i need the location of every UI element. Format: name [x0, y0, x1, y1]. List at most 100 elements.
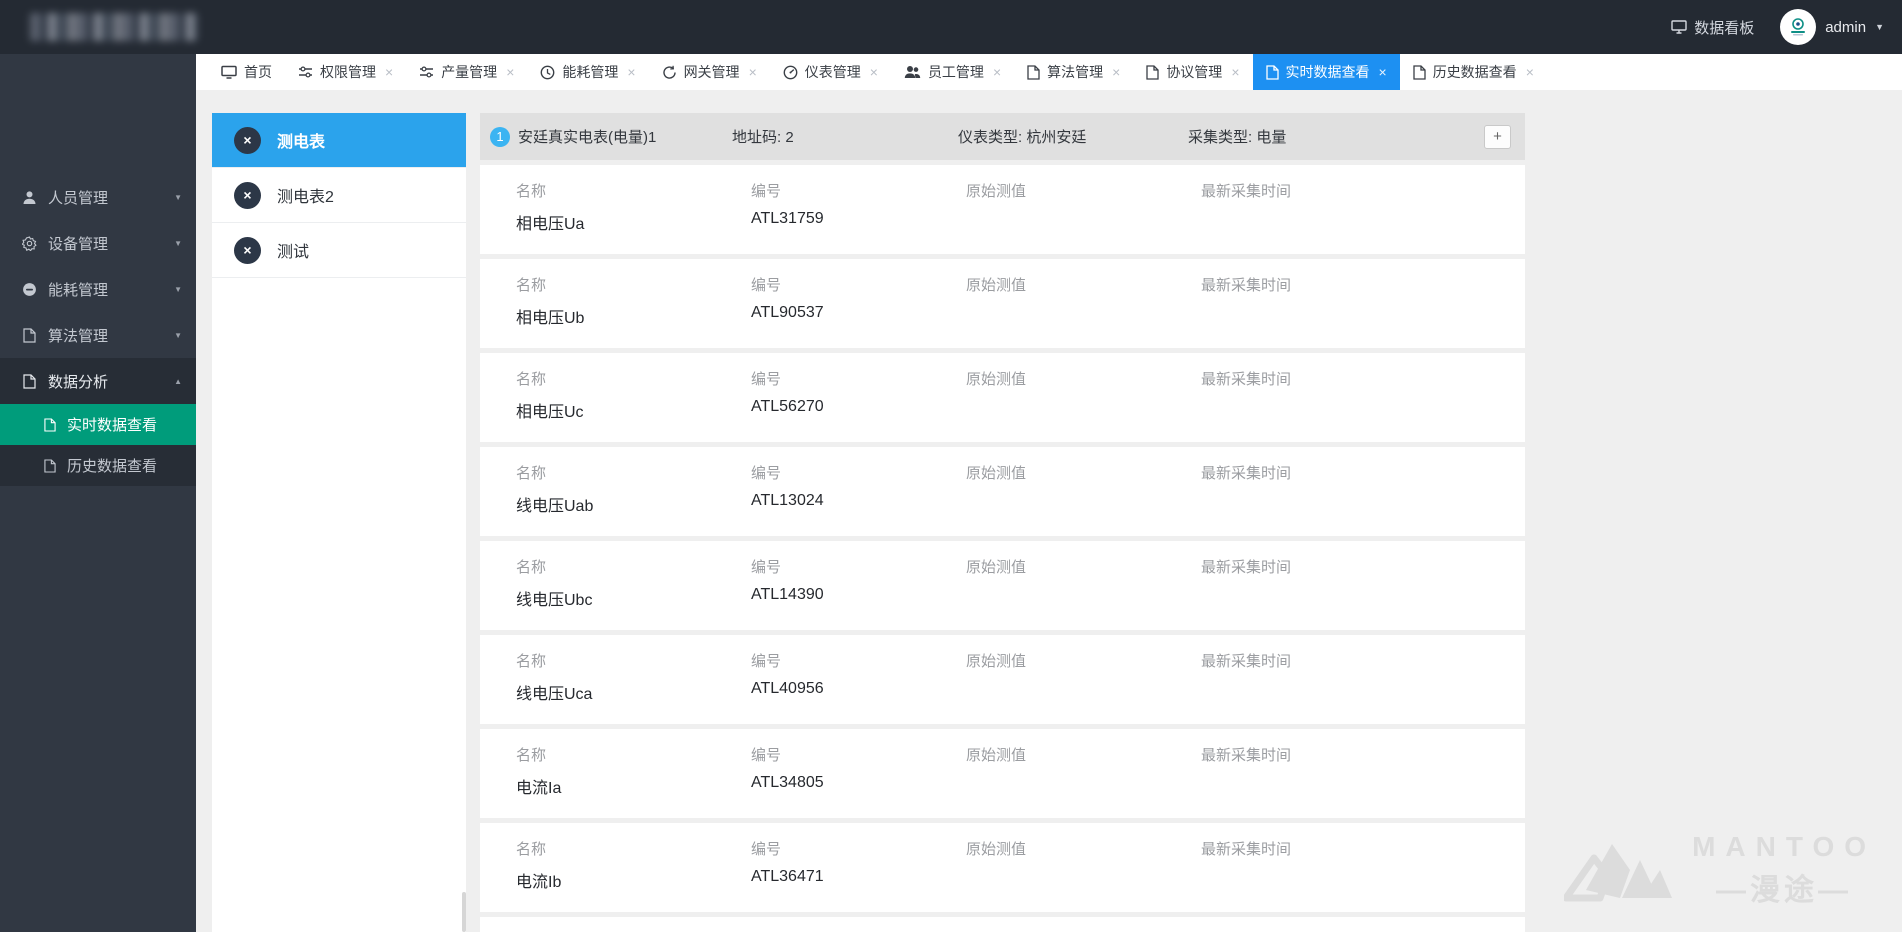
col-raw-label: 原始测值	[966, 368, 1201, 389]
sidebar-item-energy[interactable]: 能耗管理 ▼	[0, 266, 196, 312]
table-row: 名称 编号 原始测值 最新采集时间	[480, 917, 1525, 932]
tab-close-icon[interactable]: ×	[1526, 65, 1534, 79]
device-list-panel: × 测电表 × 测电表2 × 测试	[212, 113, 466, 932]
tab-history-data[interactable]: 历史数据查看 ×	[1400, 54, 1547, 90]
meter-section: 1 安廷真实电表(电量)1 地址码: 2 仪表类型: 杭州安廷 采集类型: 电量…	[480, 113, 1525, 932]
table-row: 名称线电压Ubc 编号ATL14390 原始测值 最新采集时间	[480, 541, 1525, 630]
tab-close-icon[interactable]: ×	[385, 65, 393, 79]
sidebar-submenu: 实时数据查看 历史数据查看	[0, 404, 196, 486]
tab-employees[interactable]: 员工管理 ×	[891, 54, 1014, 90]
point-name: 线电压Uca	[516, 680, 751, 704]
tab-close-icon[interactable]: ×	[1231, 65, 1239, 79]
col-name-label: 名称	[516, 274, 751, 295]
point-name: 电流Ib	[516, 868, 751, 892]
sidebar-subitem-realtime-data[interactable]: 实时数据查看	[0, 404, 196, 445]
col-raw-label: 原始测值	[966, 556, 1201, 577]
tab-realtime-data[interactable]: 实时数据查看 ×	[1253, 54, 1400, 90]
tab-production[interactable]: 产量管理 ×	[406, 54, 527, 90]
col-code-label: 编号	[751, 838, 966, 859]
point-name: 线电压Uab	[516, 492, 751, 516]
table-row: 名称电流Ib 编号ATL36471 原始测值 最新采集时间	[480, 823, 1525, 912]
document-icon	[42, 418, 58, 432]
tab-close-icon[interactable]: ×	[870, 65, 878, 79]
topbar: 数据看板 admin ▼	[0, 0, 1902, 54]
sidebar-item-data-analysis[interactable]: 数据分析 ▲	[0, 358, 196, 404]
sidebar-item-label: 数据分析	[48, 371, 174, 392]
tab-close-icon[interactable]: ×	[1112, 65, 1120, 79]
tab-close-icon[interactable]: ×	[749, 65, 757, 79]
user-caret-down-icon: ▼	[1875, 22, 1884, 32]
col-name-label: 名称	[516, 650, 751, 671]
tab-algorithm[interactable]: 算法管理 ×	[1014, 54, 1133, 90]
document-icon	[1266, 65, 1279, 80]
table-row: 名称电流Ia 编号ATL34805 原始测值 最新采集时间	[480, 729, 1525, 818]
add-button[interactable]: +	[1484, 125, 1511, 149]
point-code: ATL13024	[751, 492, 966, 510]
page-content: × 测电表 × 测电表2 × 测试 1 安廷真实电表(电量)1 地址码: 2 仪…	[196, 90, 1902, 932]
tab-protocol[interactable]: 协议管理 ×	[1133, 54, 1252, 90]
tab-energy[interactable]: 能耗管理 ×	[527, 54, 648, 90]
tab-label: 协议管理	[1166, 62, 1222, 82]
col-code-label: 编号	[751, 462, 966, 483]
tab-label: 产量管理	[441, 62, 497, 82]
col-time-label: 最新采集时间	[1201, 650, 1515, 671]
meter-name: 安廷真实电表(电量)1	[518, 126, 732, 147]
col-time-label: 最新采集时间	[1201, 368, 1515, 389]
monitor-icon	[221, 65, 237, 79]
tab-home[interactable]: 首页	[208, 54, 285, 90]
meter-header: 1 安廷真实电表(电量)1 地址码: 2 仪表类型: 杭州安廷 采集类型: 电量…	[480, 113, 1525, 160]
tab-close-icon[interactable]: ×	[627, 65, 635, 79]
document-icon	[20, 374, 38, 389]
sidebar-subitem-label: 实时数据查看	[67, 414, 157, 435]
chevron-down-icon: ▼	[174, 193, 182, 202]
point-name: 线电压Ubc	[516, 586, 751, 610]
tab-label: 员工管理	[928, 62, 984, 82]
dashboard-link[interactable]: 数据看板	[1671, 17, 1754, 38]
sidebar-subitem-history-data[interactable]: 历史数据查看	[0, 445, 196, 486]
device-item[interactable]: × 测试	[212, 223, 466, 278]
app-screen: 数据看板 admin ▼ 人员管理	[0, 0, 1902, 932]
sidebar-item-algorithm[interactable]: 算法管理 ▼	[0, 312, 196, 358]
circle-minus-icon	[20, 282, 38, 297]
tab-permissions[interactable]: 权限管理 ×	[285, 54, 406, 90]
point-code: ATL14390	[751, 586, 966, 604]
sidebar-item-label: 设备管理	[48, 233, 174, 254]
sidebar-item-label: 能耗管理	[48, 279, 174, 300]
tab-meters[interactable]: 仪表管理 ×	[770, 54, 891, 90]
tab-label: 权限管理	[320, 62, 376, 82]
tab-gateway[interactable]: 网关管理 ×	[649, 54, 770, 90]
meter-type: 仪表类型: 杭州安廷	[958, 126, 1188, 147]
sidebar-subitem-label: 历史数据查看	[67, 455, 157, 476]
sliders-icon	[419, 65, 434, 79]
tab-close-icon[interactable]: ×	[506, 65, 514, 79]
meter-collect-type: 采集类型: 电量	[1188, 126, 1484, 147]
remove-device-icon[interactable]: ×	[234, 237, 261, 264]
sidebar-item-devices[interactable]: 设备管理 ▼	[0, 220, 196, 266]
sidebar-item-label: 人员管理	[48, 187, 174, 208]
meter-address: 地址码: 2	[732, 126, 958, 147]
table-row: 名称相电压Ub 编号ATL90537 原始测值 最新采集时间	[480, 259, 1525, 348]
sidebar-item-personnel[interactable]: 人员管理 ▼	[0, 174, 196, 220]
panel-scrollbar[interactable]	[462, 892, 466, 932]
user-icon	[20, 190, 38, 205]
people-icon	[904, 65, 921, 79]
tab-label: 能耗管理	[562, 62, 618, 82]
device-item[interactable]: × 测电表	[212, 113, 466, 168]
tab-label: 仪表管理	[805, 62, 861, 82]
watermark-brand: MANTOO	[1692, 831, 1876, 863]
user-menu[interactable]: admin ▼	[1780, 9, 1884, 45]
col-raw-label: 原始测值	[966, 274, 1201, 295]
avatar-logo	[1787, 16, 1809, 38]
remove-device-icon[interactable]: ×	[234, 182, 261, 209]
clock-icon	[540, 65, 555, 80]
col-code-label: 编号	[751, 180, 966, 201]
tab-close-icon[interactable]: ×	[1379, 65, 1387, 79]
watermark-brand-cn: —漫途—	[1692, 865, 1876, 909]
col-time-label: 最新采集时间	[1201, 180, 1515, 201]
gear-icon	[20, 236, 38, 251]
device-item[interactable]: × 测电表2	[212, 168, 466, 223]
tab-close-icon[interactable]: ×	[993, 65, 1001, 79]
col-time-label: 最新采集时间	[1201, 556, 1515, 577]
col-time-label: 最新采集时间	[1201, 744, 1515, 765]
remove-device-icon[interactable]: ×	[234, 127, 261, 154]
